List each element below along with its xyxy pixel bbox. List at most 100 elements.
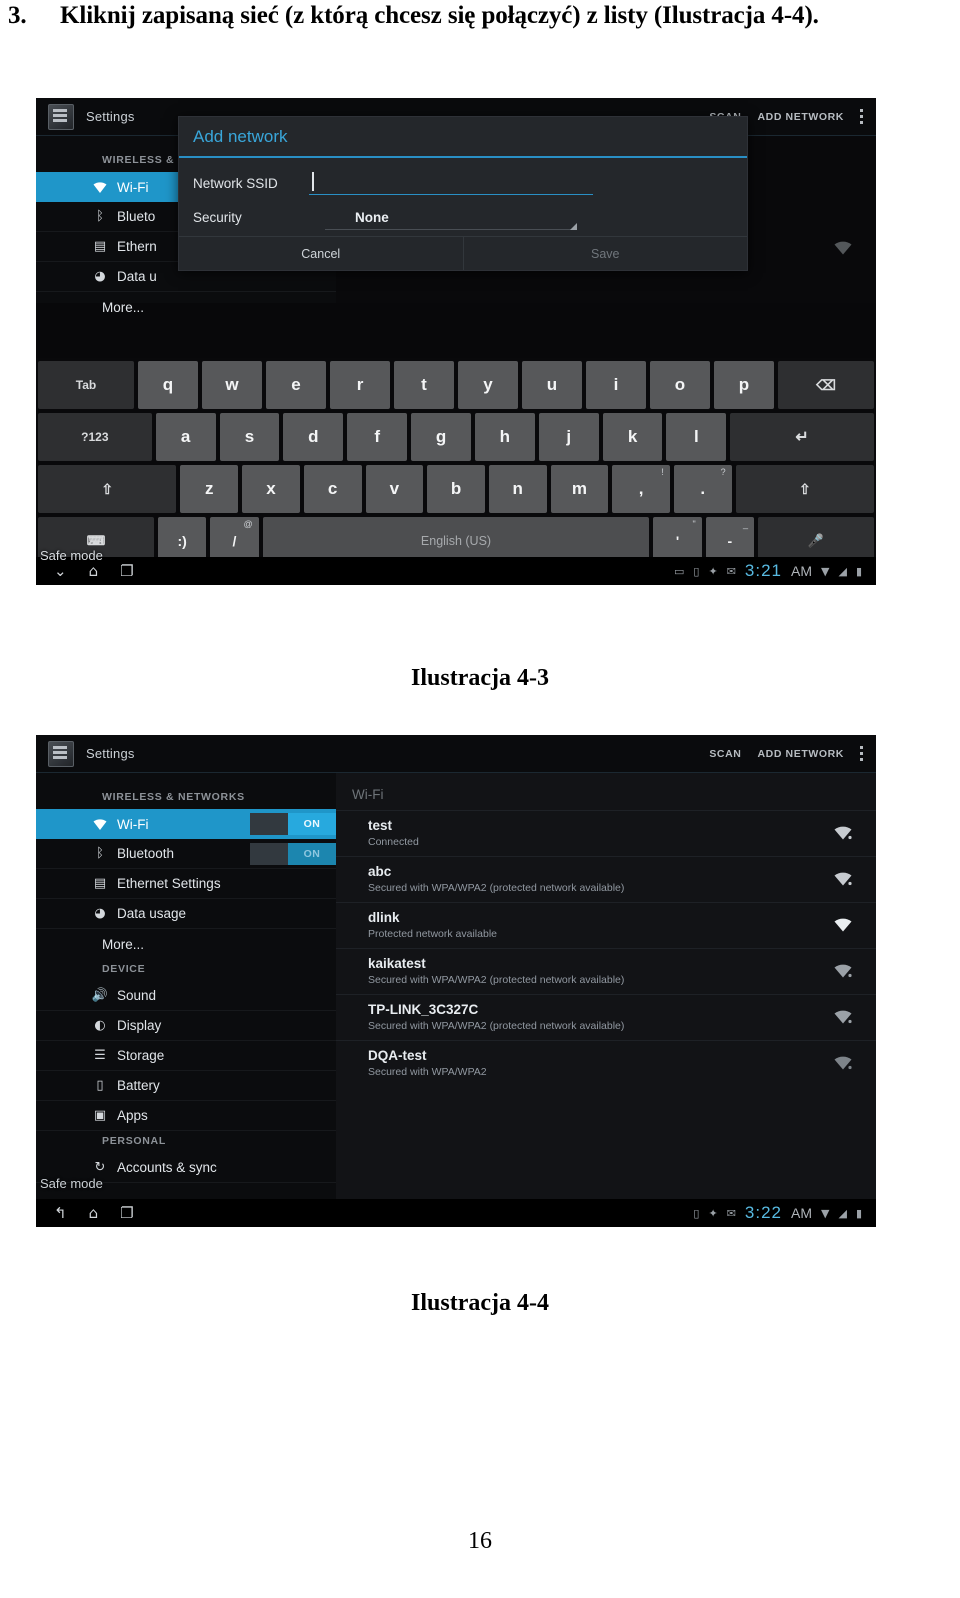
back-icon[interactable]: ⌄ [54, 562, 67, 580]
shift-icon-left[interactable]: ⇧ [38, 465, 177, 513]
key-h[interactable]: h [474, 413, 535, 461]
wifi-toggle-knob [250, 813, 288, 835]
key-apostrophe-label: ' [675, 533, 680, 549]
key-m[interactable]: m [550, 465, 609, 513]
sound-icon: 🔊 [91, 988, 109, 1003]
network-row-tp-link[interactable]: TP-LINK_3C327C Secured with WPA/WPA2 (pr… [336, 994, 876, 1040]
key-i[interactable]: i [586, 361, 646, 409]
key-d[interactable]: d [283, 413, 344, 461]
key-c[interactable]: c [303, 465, 362, 513]
recents-icon[interactable]: ❐ [120, 562, 133, 580]
sidebar-label-wifi: Wi-Fi [117, 816, 149, 832]
fig2-action-buttons: SCAN ADD NETWORK [693, 745, 876, 763]
fig1-sidebar-label-wifi: Wi-Fi [117, 179, 149, 195]
key-o[interactable]: o [650, 361, 710, 409]
key-t[interactable]: t [394, 361, 454, 409]
fig1-overflow-menu-icon[interactable] [860, 108, 864, 126]
network-row-abc[interactable]: abc Secured with WPA/WPA2 (protected net… [336, 856, 876, 902]
bluetooth-toggle[interactable]: ON [250, 842, 336, 865]
sidebar-item-display[interactable]: ◐ Display [36, 1011, 336, 1041]
recents-icon[interactable]: ❐ [120, 1204, 133, 1222]
key-q[interactable]: q [138, 361, 198, 409]
key-tab[interactable]: Tab [38, 361, 134, 409]
ethernet-icon: ▤ [93, 239, 107, 254]
key-x[interactable]: x [242, 465, 300, 513]
key-v[interactable]: v [365, 465, 424, 513]
wifi-pane-title: Wi-Fi [352, 787, 384, 802]
key-u[interactable]: u [522, 361, 582, 409]
key-e[interactable]: e [266, 361, 326, 409]
key-w[interactable]: w [202, 361, 262, 409]
network-row-dqa-test[interactable]: DQA-test Secured with WPA/WPA2 [336, 1040, 876, 1086]
key-l[interactable]: l [666, 413, 727, 461]
wifi-signal-icon [834, 872, 854, 887]
wifi-signal-icon [834, 1010, 854, 1025]
fig2-clock: 3:22 [744, 1203, 782, 1222]
fig1-add-network-button[interactable]: ADD NETWORK [757, 111, 844, 123]
key-j[interactable]: j [538, 413, 599, 461]
home-icon[interactable]: ⌂ [89, 562, 99, 580]
network-row-test[interactable]: test Connected [336, 810, 876, 856]
mail-icon: ✉ [726, 564, 736, 578]
sidebar-item-more[interactable]: More... [36, 929, 336, 959]
key-period-label: . [700, 479, 706, 498]
fig2-overflow-menu-icon[interactable] [860, 745, 864, 763]
save-button[interactable]: Save [462, 237, 748, 270]
network-row-kaikatest[interactable]: kaikatest Secured with WPA/WPA2 (protect… [336, 948, 876, 994]
enter-icon[interactable]: ↵ [730, 413, 874, 461]
sidebar-item-sound[interactable]: 🔊 Sound [36, 981, 336, 1011]
fig2-scan-button[interactable]: SCAN [709, 748, 741, 760]
key-r[interactable]: r [330, 361, 390, 409]
network-status: Secured with WPA/WPA2 (protected network… [368, 974, 625, 986]
backspace-icon[interactable]: ⌫ [778, 361, 874, 409]
keyboard-row-2: ?123 a s d f g h j k l ↵ [38, 413, 874, 461]
wifi-toggle[interactable]: ON [250, 813, 336, 835]
cancel-button[interactable]: Cancel [179, 237, 463, 270]
sidebar-item-battery[interactable]: ▯ Battery [36, 1071, 336, 1101]
key-n[interactable]: n [488, 465, 547, 513]
wifi-status-icon: ▼ [821, 1206, 830, 1220]
back-icon[interactable]: ↰ [54, 1204, 67, 1222]
home-icon[interactable]: ⌂ [89, 1204, 99, 1222]
key-comma[interactable]: ! , [612, 465, 670, 513]
key-f[interactable]: f [347, 413, 408, 461]
sync-icon: ↻ [94, 1160, 106, 1175]
sdcard-icon: ▯ [693, 564, 700, 578]
bluetooth-toggle-state: ON [288, 842, 336, 865]
key-a[interactable]: a [155, 413, 216, 461]
key-b[interactable]: b [427, 465, 485, 513]
key-period[interactable]: ? . [673, 465, 732, 513]
key-z[interactable]: z [180, 465, 239, 513]
sidebar-item-ethernet[interactable]: ▤ Ethernet Settings [36, 869, 336, 899]
battery-icon: ▯ [96, 1078, 104, 1093]
fig2-nav-buttons: ↰ ⌂ ❐ [44, 1204, 134, 1222]
fig2-section-device: DEVICE [102, 963, 146, 975]
network-name: kaikatest [368, 956, 426, 971]
fig2-safe-mode-label: Safe mode [40, 1176, 103, 1191]
shift-icon-right[interactable]: ⇧ [735, 465, 875, 513]
key-g[interactable]: g [411, 413, 471, 461]
key-p[interactable]: p [714, 361, 774, 409]
sidebar-item-wifi[interactable]: Wi-Fi ON [36, 809, 336, 839]
add-network-dialog: Add network Network SSID Security None C… [178, 116, 748, 271]
key-y[interactable]: y [458, 361, 518, 409]
sidebar-item-storage[interactable]: ☰ Storage [36, 1041, 336, 1071]
sidebar-label-display: Display [117, 1018, 162, 1033]
key-s[interactable]: s [219, 413, 280, 461]
fig2-navigation-bar: ↰ ⌂ ❐ ▯ ✦ ✉ 3:22 AM ▼ ◢ ▮ [36, 1199, 876, 1227]
fig2-section-personal: PERSONAL [102, 1135, 166, 1147]
sidebar-item-data-usage[interactable]: ◕ Data usage [36, 899, 336, 929]
network-row-dlink[interactable]: dlink Protected network available [336, 902, 876, 948]
chevron-down-icon[interactable] [570, 223, 577, 230]
key-symbols-123[interactable]: ?123 [38, 413, 152, 461]
fig2-add-network-button[interactable]: ADD NETWORK [757, 748, 844, 760]
sidebar-item-apps[interactable]: ▣ Apps [36, 1101, 336, 1131]
network-ssid-input[interactable] [309, 171, 593, 195]
security-value[interactable]: None [355, 210, 389, 225]
key-k[interactable]: k [602, 413, 663, 461]
network-name: test [368, 818, 393, 833]
sidebar-item-bluetooth[interactable]: ᛒ Bluetooth ON [36, 839, 336, 869]
fig1-nav-buttons: ⌄ ⌂ ❐ [44, 562, 134, 580]
fig1-sidebar-item-more[interactable]: More... [36, 292, 336, 322]
wifi-signal-icon [834, 964, 854, 979]
